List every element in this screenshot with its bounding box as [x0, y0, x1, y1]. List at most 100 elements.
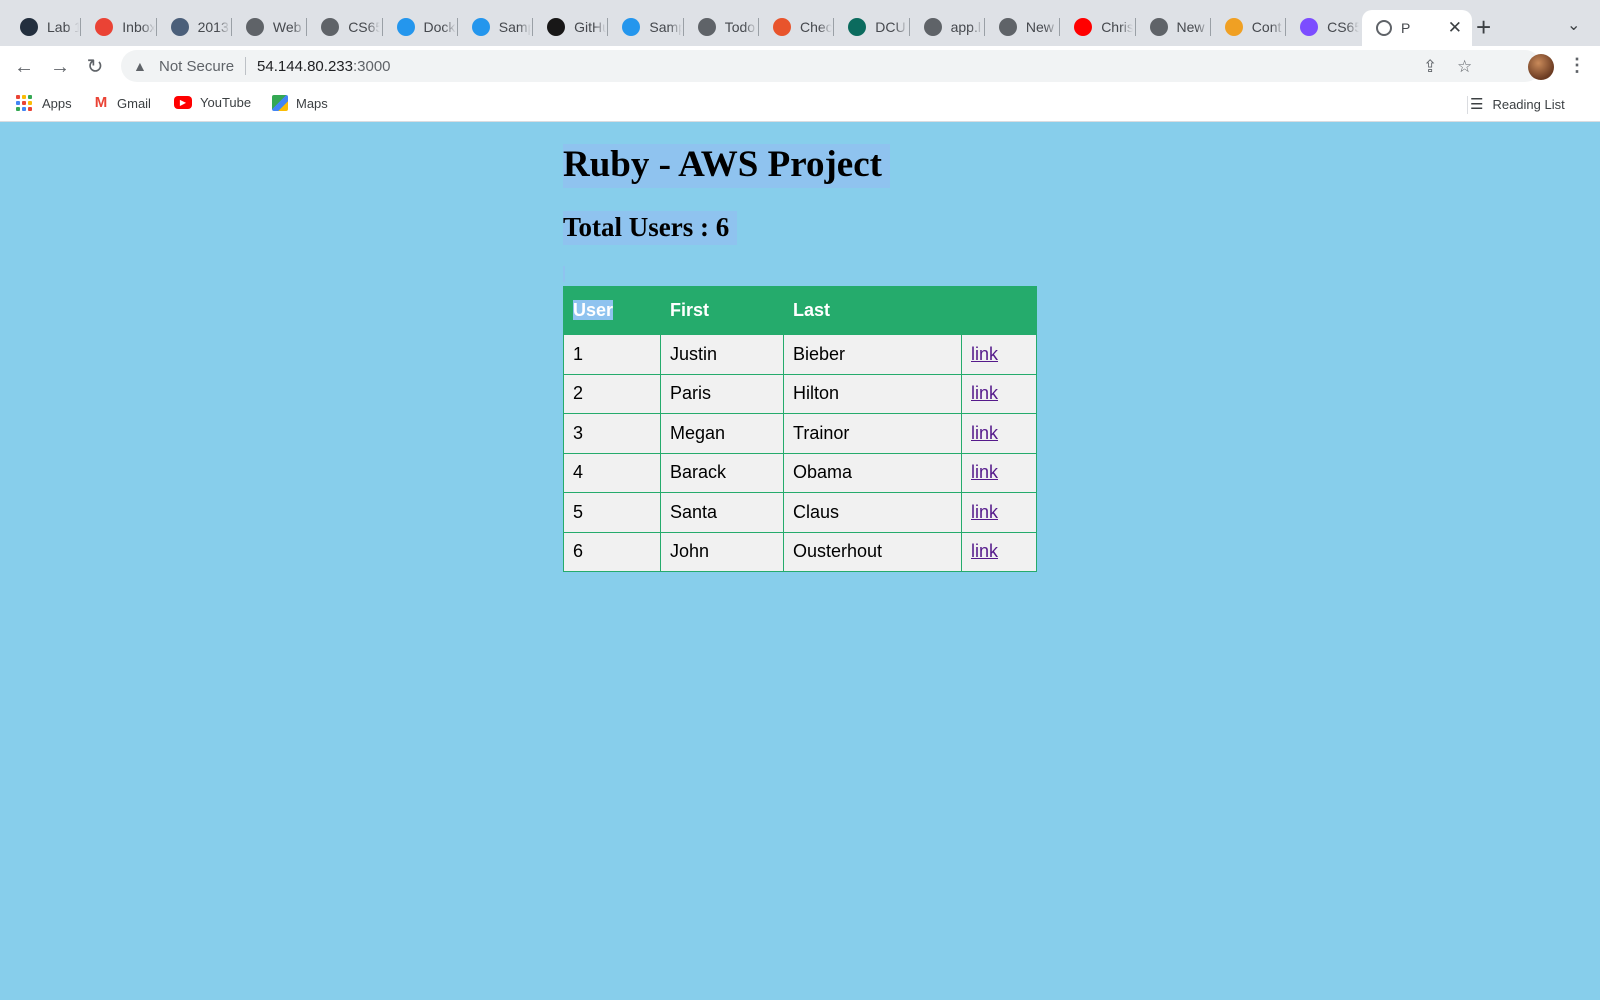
- bookmark-label: Apps: [42, 95, 72, 111]
- tab[interactable]: GitHu: [533, 10, 606, 44]
- cell-first-name: Santa: [660, 492, 784, 533]
- address-bar[interactable]: ▲ Not Secure 54.144.80.233:3000 ⇪ ☆: [121, 50, 1541, 82]
- tab[interactable]: Samp: [608, 10, 682, 44]
- user-link[interactable]: link: [971, 423, 998, 443]
- tab[interactable]: CS65: [1286, 10, 1359, 44]
- cell-user-id: 4: [563, 452, 661, 493]
- security-label[interactable]: Not Secure: [159, 58, 234, 75]
- tab[interactable]: Chec: [759, 10, 832, 44]
- cell-link: link: [961, 334, 1037, 375]
- chrome-icon: [998, 18, 1017, 36]
- cell-user-id: 3: [563, 413, 661, 454]
- tab[interactable]: Cont: [1211, 10, 1284, 44]
- tab-title: 2013: [197, 19, 229, 35]
- tab-title: Dock: [423, 19, 456, 35]
- tab-title: DCU: [875, 19, 906, 35]
- reload-button[interactable]: ↻: [82, 54, 108, 80]
- tab[interactable]: Web: [232, 10, 305, 44]
- bookmark-label: Gmail: [117, 95, 151, 111]
- forward-button[interactable]: →: [47, 54, 73, 80]
- bookmark-apps[interactable]: Apps: [16, 95, 72, 111]
- tab-title: Samp: [649, 19, 681, 35]
- bookmark-gmail[interactable]: M Gmail: [93, 95, 151, 111]
- chess-icon: [170, 18, 189, 36]
- user-link[interactable]: link: [971, 541, 998, 561]
- page-title: Ruby - AWS Project: [563, 144, 890, 188]
- user-count-heading: Total Users : 6: [563, 211, 738, 245]
- tab[interactable]: Dock: [383, 10, 456, 44]
- cell-user-id: 6: [563, 531, 661, 572]
- profile-avatar[interactable]: [1528, 54, 1554, 80]
- tab-title: CS65: [348, 19, 381, 35]
- docker-icon: [471, 18, 490, 36]
- url-port: :3000: [352, 57, 391, 75]
- pizza-icon: [773, 18, 791, 36]
- gmail-icon: [95, 18, 114, 36]
- tab-active[interactable]: P ✕: [1362, 10, 1472, 46]
- tab[interactable]: 2013: [157, 10, 230, 44]
- gmail-icon: M: [94, 94, 108, 111]
- close-tab-icon[interactable]: ✕: [1448, 18, 1462, 38]
- warning-icon: ▲: [133, 58, 147, 74]
- tab-title: GitHu: [574, 19, 607, 35]
- tab[interactable]: DCU: [834, 10, 907, 44]
- tab[interactable]: Todo: [684, 10, 757, 44]
- docker-icon: [396, 18, 415, 36]
- cell-last-name: Ousterhout: [783, 531, 962, 572]
- cell-last-name: Bieber: [783, 334, 962, 375]
- tab[interactable]: Lab 1: [6, 10, 79, 44]
- tab-title: New: [1025, 19, 1054, 35]
- chrome-icon: [1149, 18, 1168, 36]
- cell-user-id: 5: [563, 492, 661, 533]
- selection-marker: [563, 266, 565, 282]
- maps-icon: [272, 95, 288, 111]
- bookmark-maps[interactable]: Maps: [272, 95, 328, 111]
- new-tab-button[interactable]: +: [1476, 12, 1491, 42]
- cell-last-name: Claus: [783, 492, 962, 533]
- tab-title: Inbox: [122, 19, 155, 35]
- user-link[interactable]: link: [971, 502, 998, 522]
- tab[interactable]: Samp: [458, 10, 531, 44]
- tab-title: app.l: [950, 19, 981, 35]
- bookmark-youtube[interactable]: ▶ YouTube: [174, 95, 251, 110]
- tab[interactable]: New: [985, 10, 1058, 44]
- tab[interactable]: New: [1136, 10, 1209, 44]
- back-button[interactable]: ←: [11, 54, 37, 80]
- cell-first-name: Megan: [660, 413, 784, 454]
- docker-icon: [622, 18, 641, 36]
- reading-list-icon: ☰: [1470, 96, 1484, 113]
- tab-search-icon[interactable]: ⌄: [1567, 15, 1580, 35]
- share-icon[interactable]: ⇪: [1423, 57, 1437, 77]
- url-host: 54.144.80.233: [257, 57, 353, 75]
- globe-icon: [697, 18, 716, 36]
- tab[interactable]: Chris: [1060, 10, 1133, 44]
- tab-strip: Lab 1 Inbox 2013 Web CS65 Dock Samp GitHu Samp To…: [0, 0, 1600, 46]
- cell-first-name: Barack: [660, 452, 784, 493]
- table-row: 4 Barack Obama link: [563, 452, 1037, 493]
- tab[interactable]: app.l: [910, 10, 983, 44]
- user-link[interactable]: link: [971, 344, 998, 364]
- reading-list-button[interactable]: ☰ Reading List: [1470, 95, 1565, 113]
- cell-link: link: [961, 373, 1037, 414]
- browser-toolbar: ← → ↻ ▲ Not Secure 54.144.80.233:3000 ⇪ …: [0, 46, 1600, 88]
- globe-icon: [1376, 20, 1392, 36]
- tab[interactable]: Inbox: [81, 10, 155, 44]
- globe-icon: [923, 18, 942, 36]
- user-link[interactable]: link: [971, 462, 998, 482]
- cell-link: link: [961, 492, 1037, 533]
- tab[interactable]: CS65: [307, 10, 380, 44]
- reading-list-label: Reading List: [1492, 96, 1565, 112]
- globe-icon: [321, 18, 340, 36]
- table-row: 5 Santa Claus link: [563, 492, 1037, 533]
- aws-icon: [20, 18, 38, 36]
- menu-kebab-icon[interactable]: ⋮: [1568, 55, 1586, 76]
- bookmarks-bar: Apps M Gmail ▶ YouTube Maps ☰ Reading Li…: [0, 88, 1600, 122]
- cell-last-name: Trainor: [783, 413, 962, 454]
- tab-title: Chris: [1101, 19, 1134, 35]
- tab-title: Chec: [800, 19, 833, 35]
- tab-title: P: [1401, 20, 1411, 36]
- user-link[interactable]: link: [971, 383, 998, 403]
- bookmark-star-icon[interactable]: ☆: [1457, 57, 1472, 77]
- cell-link: link: [961, 413, 1037, 454]
- tab-title: Web: [272, 19, 302, 35]
